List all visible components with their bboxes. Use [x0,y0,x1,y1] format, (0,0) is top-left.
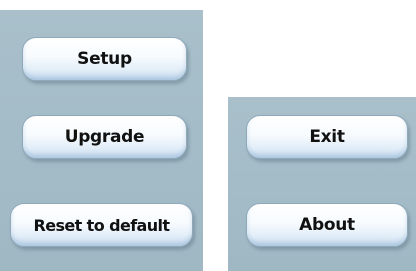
about-button-label: About [299,215,355,235]
setup-button[interactable]: Setup [22,37,187,81]
exit-button[interactable]: Exit [246,115,408,159]
left-button-panel: Setup Upgrade Reset to default [0,10,203,271]
reset-to-default-button-label: Reset to default [33,215,171,235]
upgrade-button-label: Upgrade [64,127,145,147]
setup-button-label: Setup [77,49,132,69]
right-button-panel: Exit About [228,97,416,271]
upgrade-button[interactable]: Upgrade [22,115,187,159]
about-button[interactable]: About [246,203,408,247]
reset-to-default-button[interactable]: Reset to default [10,203,193,247]
exit-button-label: Exit [309,127,345,147]
